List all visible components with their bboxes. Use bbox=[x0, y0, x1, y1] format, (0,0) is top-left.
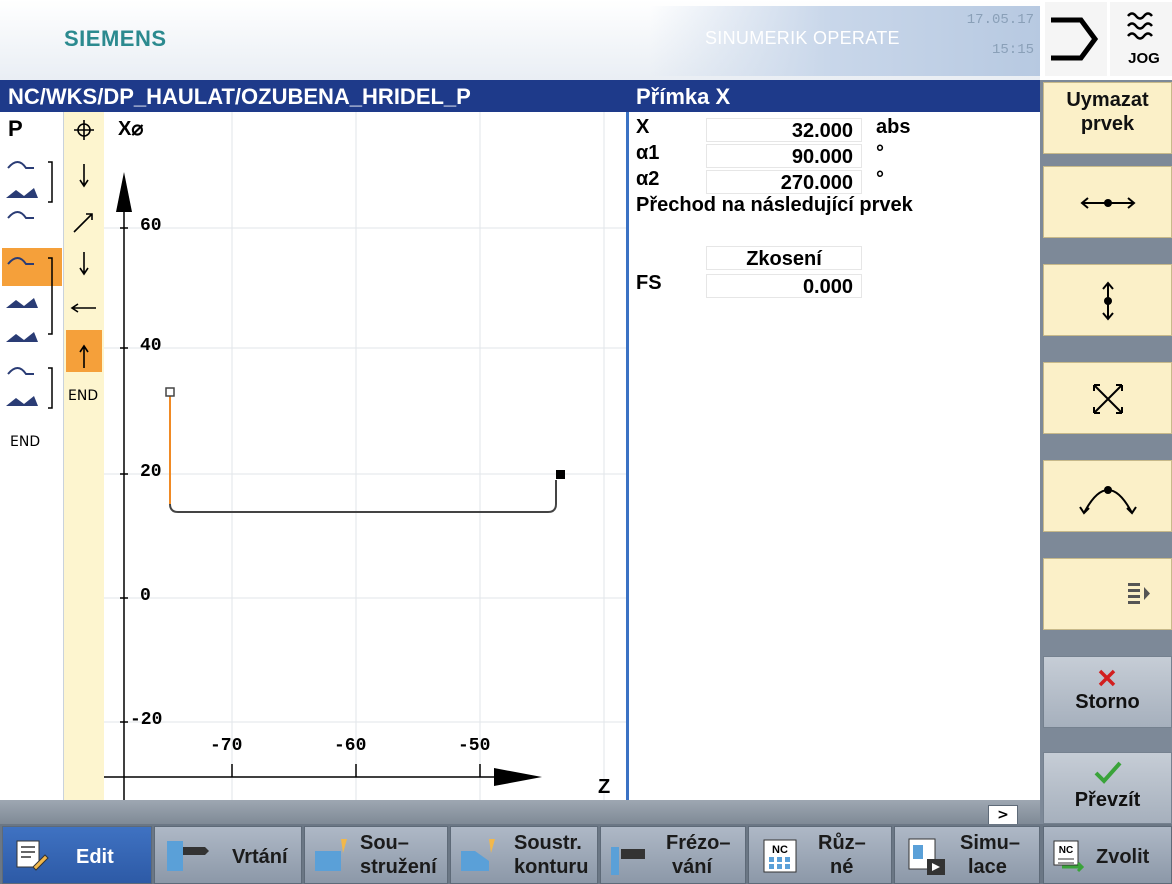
milling-label-1: Frézo– bbox=[666, 832, 731, 854]
element-strip-end: END bbox=[10, 434, 41, 450]
z-axis-arrow bbox=[494, 768, 542, 786]
edit-icon bbox=[16, 840, 49, 871]
diagonal-arrows-icon bbox=[1093, 384, 1123, 414]
z-tick-minus50: -50 bbox=[458, 736, 491, 756]
contour-turning-label-1: Soustr. bbox=[514, 832, 582, 854]
turning-label-2: stružení bbox=[360, 856, 437, 878]
misc-label-1: Růz– bbox=[818, 832, 866, 854]
axes bbox=[104, 194, 536, 800]
jog-label: JOG bbox=[1128, 50, 1160, 67]
simulation-icon bbox=[908, 838, 945, 875]
contour-turning-icon bbox=[461, 839, 495, 871]
x-tick-minus20: -20 bbox=[130, 710, 163, 730]
svg-text:NC: NC bbox=[1059, 845, 1073, 856]
z-tick-minus60: -60 bbox=[334, 736, 367, 756]
misc-label-2: né bbox=[830, 856, 854, 878]
x-tick-0: 0 bbox=[140, 586, 151, 606]
status-bar bbox=[0, 800, 1040, 824]
x-tick-20: 20 bbox=[140, 462, 162, 482]
alpha1-field[interactable]: 90.000 bbox=[706, 144, 862, 168]
edit-label: Edit bbox=[76, 846, 114, 868]
left-arrow-icon bbox=[70, 303, 96, 313]
nc-grid-icon: NC bbox=[763, 839, 797, 873]
tangent-icon bbox=[1080, 197, 1136, 209]
alpha1-unit: ° bbox=[876, 142, 884, 164]
contour-start-marker bbox=[165, 387, 175, 397]
delete-element-label-2: prvek bbox=[1080, 113, 1135, 135]
vertical-arrows-icon bbox=[1102, 281, 1114, 321]
drilling-icon bbox=[167, 841, 209, 871]
contour-graphic-canvas bbox=[104, 112, 626, 800]
contour-end-marker bbox=[556, 470, 565, 479]
vertical-direction-softkey[interactable] bbox=[1043, 264, 1172, 336]
program-channel-button[interactable] bbox=[1045, 2, 1107, 76]
alpha2-field[interactable]: 270.000 bbox=[706, 170, 862, 194]
x-axis-arrow bbox=[116, 172, 132, 212]
bracket-symbol bbox=[48, 161, 53, 409]
time-display: 15:15 bbox=[991, 42, 1034, 58]
turning-icon bbox=[315, 839, 347, 871]
x-axis-label: X⌀ bbox=[118, 118, 144, 140]
z-axis-label: Z bbox=[598, 776, 611, 798]
arc-softkey[interactable] bbox=[1043, 460, 1172, 532]
start-point-icon bbox=[74, 120, 94, 140]
turning-label-1: Sou– bbox=[360, 832, 409, 854]
up-arrow-icon bbox=[79, 344, 89, 368]
z-tick-minus70: -70 bbox=[210, 736, 243, 756]
fs-field[interactable]: 0.000 bbox=[706, 274, 862, 298]
alpha1-label: α1 bbox=[636, 142, 660, 164]
list-more-icon bbox=[1128, 583, 1150, 604]
cancel-label: Storno bbox=[1075, 691, 1140, 713]
x-tick-40: 40 bbox=[140, 336, 162, 356]
transition-label: Přechod na následující prvek bbox=[636, 194, 913, 216]
contour-turning-label-2: konturu bbox=[514, 856, 589, 878]
alpha2-unit: ° bbox=[876, 168, 884, 190]
arc-icon bbox=[1079, 486, 1137, 515]
program-path: NC/WKS/DP_HAULAT/OZUBENA_HRIDEL_P bbox=[8, 84, 471, 109]
siemens-logo: SIEMENS bbox=[64, 26, 167, 51]
select-nc-icon: NC bbox=[1053, 840, 1085, 873]
transition-select[interactable]: Zkosení bbox=[706, 246, 862, 270]
x-param-field[interactable]: 32.000 bbox=[706, 118, 862, 142]
x-param-label: X bbox=[636, 116, 650, 138]
contour-element-list[interactable] bbox=[64, 112, 104, 392]
contour-end-label: END bbox=[68, 388, 99, 404]
down-arrow-icon-2 bbox=[79, 252, 89, 276]
milling-icon bbox=[611, 847, 645, 875]
svg-text:NC: NC bbox=[772, 844, 788, 856]
simulation-label-1: Simu– bbox=[960, 832, 1021, 854]
more-button[interactable]: > bbox=[988, 805, 1018, 825]
panel-title: Přímka X bbox=[636, 84, 731, 109]
product-name: SINUMERIK OPERATE bbox=[705, 28, 900, 48]
alpha2-label: α2 bbox=[636, 168, 660, 190]
diagonal-direction-softkey[interactable] bbox=[1043, 362, 1172, 434]
element-symbols[interactable] bbox=[4, 146, 60, 436]
delete-element-label-1: Uymazat bbox=[1066, 89, 1149, 111]
more-options-softkey[interactable] bbox=[1043, 558, 1172, 630]
fs-label: FS bbox=[636, 272, 662, 294]
x-tick-60: 60 bbox=[140, 216, 162, 236]
diagonal-arrow-icon bbox=[73, 213, 93, 233]
accept-check-icon bbox=[1094, 761, 1122, 784]
date-display: 17.05.17 bbox=[966, 12, 1034, 28]
drilling-label: Vrtání bbox=[232, 846, 288, 868]
strip-program-label: P bbox=[8, 116, 23, 141]
grid bbox=[104, 112, 626, 800]
tangent-softkey[interactable] bbox=[1043, 166, 1172, 238]
select-label: Zvolit bbox=[1096, 846, 1150, 868]
program-bracket-icon bbox=[1051, 17, 1099, 61]
milling-label-2: vání bbox=[672, 856, 713, 878]
down-arrow-icon bbox=[79, 164, 89, 188]
jog-wave-icon bbox=[1127, 12, 1153, 40]
simulation-label-2: lace bbox=[968, 856, 1007, 878]
x-param-unit[interactable]: abs bbox=[876, 116, 910, 139]
accept-label: Převzít bbox=[1074, 789, 1141, 811]
contour-path bbox=[169, 396, 557, 513]
parameter-panel bbox=[629, 112, 1040, 824]
